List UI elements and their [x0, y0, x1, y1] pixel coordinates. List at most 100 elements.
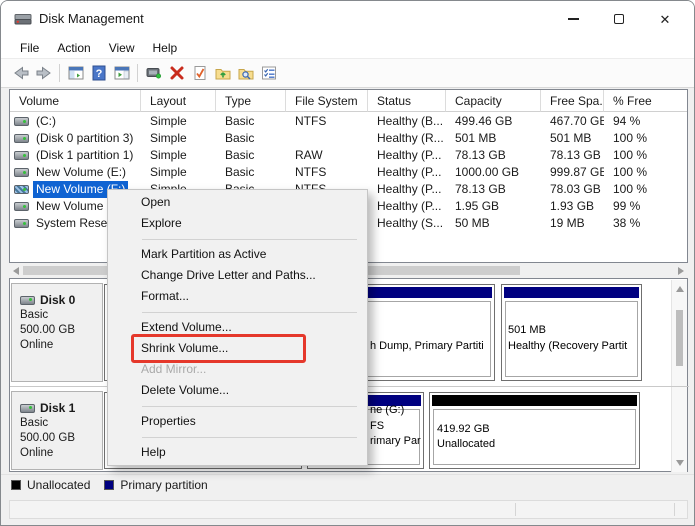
free-cell: 78.13 GB: [550, 148, 601, 162]
context-menu-item-mark-partition-as-active[interactable]: Mark Partition as Active: [108, 244, 367, 265]
volume-cell: (Disk 0 partition 3): [10, 130, 141, 147]
disk-icon: [20, 403, 35, 413]
scroll-up-icon[interactable]: [676, 286, 684, 292]
status-bar-divider: [515, 503, 516, 516]
context-menu-item-change-drive-letter-and-paths[interactable]: Change Drive Letter and Paths...: [108, 265, 367, 286]
disk-status: Online: [20, 447, 54, 459]
volume-drive-icon: [14, 185, 29, 194]
table-row[interactable]: (Disk 0 partition 3) Simple Basic Healthy (…: [10, 130, 687, 147]
partition-text: FS: [370, 420, 385, 432]
disk-management-window: Disk Management ✕ File Action View Help ? V…: [0, 0, 695, 526]
capacity-cell: 1.95 GB: [455, 199, 500, 213]
pct-cell: 38 %: [613, 216, 641, 230]
status-cell: Healthy (S...: [377, 216, 444, 230]
partition-body: [433, 409, 636, 465]
free-cell: 19 MB: [550, 216, 585, 230]
context-menu-item-properties[interactable]: Properties: [108, 411, 367, 432]
context-menu-separator: [108, 234, 367, 244]
capacity-cell: 50 MB: [455, 216, 490, 230]
column-header--free[interactable]: % Free: [604, 90, 687, 112]
toolbar-property-fields-button[interactable]: [257, 62, 280, 84]
toolbar-delete-partition-button[interactable]: [165, 62, 188, 84]
context-menu-item-explore[interactable]: Explore: [108, 213, 367, 234]
volume-cell: (C:): [10, 113, 141, 130]
disk-label-disk-1[interactable]: Disk 1 Basic 500.00 GB Online: [11, 391, 103, 470]
toolbar-remote-screen-button[interactable]: [142, 62, 165, 84]
scroll-down-icon[interactable]: [676, 460, 684, 466]
free-cell: 999.87 GB: [550, 165, 604, 179]
vertical-scrollbar[interactable]: [671, 280, 687, 472]
volume-drive-icon: [14, 219, 29, 228]
minimize-button[interactable]: [550, 1, 596, 37]
column-header-capacity[interactable]: Capacity: [446, 90, 541, 112]
capacity-cell: 78.13 GB: [455, 148, 506, 162]
column-header-volume[interactable]: Volume: [10, 90, 141, 112]
table-row[interactable]: New Volume (E:) Simple Basic NTFS Healthy (P…: [10, 164, 687, 181]
column-header-free-spa-[interactable]: Free Spa...: [541, 90, 604, 112]
disk-name: Disk 0: [40, 293, 76, 307]
disk-status: Online: [20, 339, 54, 351]
pct-cell: 94 %: [613, 114, 641, 128]
fs-cell: NTFS: [295, 165, 327, 179]
vertical-scrollbar-thumb[interactable]: [676, 310, 683, 366]
toolbar-back-arrow-button[interactable]: [9, 62, 32, 84]
status-cell: Healthy (P...: [377, 182, 442, 196]
disk-label-disk-0[interactable]: Disk 0 Basic 500.00 GB Online: [11, 283, 103, 382]
status-bar: [9, 500, 688, 519]
partition-text: 501 MB: [508, 324, 546, 336]
toolbar-action-pane-button[interactable]: [110, 62, 133, 84]
free-cell: 467.70 GB: [550, 114, 604, 128]
table-row[interactable]: (C:) Simple Basic NTFS Healthy (B... 499.46 G…: [10, 113, 687, 130]
volume-name: New Volume: [36, 199, 104, 213]
toolbar-check-document-button[interactable]: [188, 62, 211, 84]
menu-file[interactable]: File: [11, 39, 48, 57]
back-arrow-icon: [12, 64, 30, 82]
toolbar-help-button[interactable]: ?: [87, 62, 110, 84]
volume-cell: (Disk 1 partition 1): [10, 147, 141, 164]
context-menu-separator: [108, 401, 367, 411]
pct-cell: 99 %: [613, 199, 641, 213]
toolbar-folder-search-button[interactable]: [234, 62, 257, 84]
maximize-button[interactable]: [596, 1, 642, 37]
pct-cell: 100 %: [613, 165, 648, 179]
toolbar-forward-arrow-button[interactable]: [32, 62, 55, 84]
column-header-type[interactable]: Type: [216, 90, 286, 112]
table-row[interactable]: (Disk 1 partition 1) Simple Basic RAW Health…: [10, 147, 687, 164]
layout-cell: Simple: [150, 114, 187, 128]
context-menu-item-help[interactable]: Help: [108, 442, 367, 463]
close-button[interactable]: ✕: [642, 1, 688, 37]
partition-text: h Dump, Primary Partiti: [370, 340, 484, 352]
delete-partition-icon: [168, 64, 186, 82]
volume-drive-icon: [14, 151, 29, 160]
status-cell: Healthy (P...: [377, 148, 442, 162]
disk-type: Basic: [20, 309, 49, 321]
disk-size: 500.00 GB: [20, 432, 75, 444]
menu-bar: File Action View Help: [1, 37, 694, 58]
layout-cell: Simple: [150, 148, 187, 162]
menu-help[interactable]: Help: [144, 39, 187, 57]
toolbar-console-tree-button[interactable]: [64, 62, 87, 84]
context-menu-item-format[interactable]: Format...: [108, 286, 367, 307]
remote-screen-icon: [145, 64, 163, 82]
toolbar-folder-up-button[interactable]: [211, 62, 234, 84]
column-header-status[interactable]: Status: [368, 90, 446, 112]
scroll-left-icon[interactable]: [13, 267, 19, 275]
free-cell: 78.03 GB: [550, 182, 601, 196]
context-menu-item-open[interactable]: Open: [108, 192, 367, 213]
maximize-icon: [614, 14, 624, 24]
partition-text: ne (G:): [370, 404, 405, 416]
menu-view[interactable]: View: [100, 39, 144, 57]
menu-action[interactable]: Action: [48, 39, 99, 57]
volume-drive-icon: [14, 117, 29, 126]
column-header-layout[interactable]: Layout: [141, 90, 216, 112]
fs-cell: [286, 130, 368, 147]
volume-name: (Disk 0 partition 3): [36, 131, 134, 145]
check-document-icon: [191, 64, 209, 82]
legend-bar: Unallocated Primary partition: [1, 474, 694, 495]
legend-label: Primary partition: [120, 478, 208, 492]
column-header-file-system[interactable]: File System: [286, 90, 368, 112]
scroll-right-icon[interactable]: [678, 267, 684, 275]
type-cell: Basic: [225, 148, 255, 162]
disk-size: 500.00 GB: [20, 324, 75, 336]
context-menu-item-delete-volume[interactable]: Delete Volume...: [108, 380, 367, 401]
